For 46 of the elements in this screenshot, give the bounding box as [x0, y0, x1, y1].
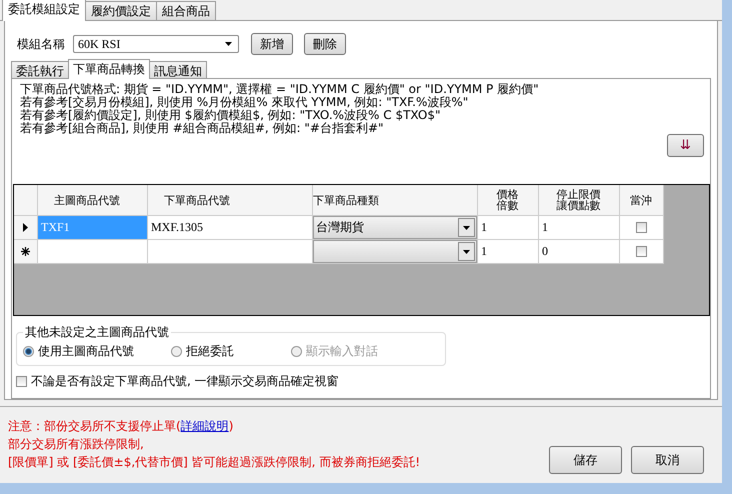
tab[interactable]: 訊息通知	[149, 61, 207, 78]
module-button[interactable]: 刪除	[304, 33, 346, 55]
notice-text: 注意：部份交易所不支援停止單(詳細說明)	[8, 418, 234, 435]
format-hint-text: 若有參考[履約價設定], 則使用 $履約價模組$, 例如: "TXO.%波段% C $TXO$"	[20, 109, 442, 122]
tab[interactable]: 委託執行	[11, 61, 69, 78]
column-header: 下單商品種類	[313, 185, 478, 216]
table-cell: TXF1	[38, 216, 148, 240]
day-trade-checkbox[interactable]	[636, 246, 646, 257]
group-legend: 其他未設定之主圖商品代號	[23, 324, 171, 341]
type-dropdown[interactable]	[313, 240, 477, 263]
caret-icon	[463, 226, 470, 230]
table-cell: 1	[539, 216, 620, 240]
format-hint-text: 下單商品代號格式: 期貨 = "ID.YYMM", 選擇權 = "ID.YYMM C 履約價" or "ID.YYMM P 履約價"	[20, 83, 540, 96]
notice-text: 部分交易所有漲跌停限制,	[8, 436, 145, 453]
table-cell: 1	[478, 240, 539, 264]
column-header: 停止限價讓價點數	[539, 185, 620, 216]
tab[interactable]: 下單商品轉換	[68, 59, 150, 79]
column-header: 價格倍數	[478, 185, 539, 216]
tab[interactable]: 履約價設定	[85, 1, 157, 20]
footer-button[interactable]: 取消	[631, 446, 704, 474]
caret-icon	[225, 42, 232, 46]
format-hint-text: 若有參考[交易月份模組], 則使用 %月份模組% 來取代 YYMM, 例如: "TXF.%波段%"	[20, 96, 470, 109]
row-pointer-icon	[23, 223, 28, 232]
module-button[interactable]: 新增	[251, 33, 293, 55]
column-header: 當沖	[620, 185, 664, 216]
module-label: 模組名稱	[17, 36, 65, 52]
notice-text: [限價單] 或 [委託價±$,代替市價] 皆可能超過漲跌停限制, 而被券商拒絕委託!	[8, 454, 420, 471]
module-dropdown[interactable]: 60K RSI	[73, 35, 239, 53]
caret-icon	[463, 250, 470, 254]
table-cell: MXF.1305	[148, 216, 313, 240]
move-down-button[interactable]: ⇊	[667, 134, 704, 157]
radio-option[interactable]: 拒絕委託	[171, 343, 291, 360]
column-header: 主圖商品代號	[38, 185, 148, 216]
column-header: 下單商品代號	[148, 185, 313, 216]
details-link[interactable]: 詳細說明	[180, 419, 229, 433]
new-row-icon	[21, 247, 30, 256]
tab[interactable]: 組合商品	[156, 1, 216, 20]
always-confirm-checkbox[interactable]: 不論是否有設定下單商品代號, 一律顯示交易商品確定視窗	[16, 373, 710, 390]
tab[interactable]: 委託模組設定	[2, 0, 86, 21]
table-cell: 0	[539, 240, 620, 264]
footer-button[interactable]: 儲存	[549, 446, 622, 474]
radio-option[interactable]: 使用主圖商品代號	[23, 343, 171, 360]
day-trade-checkbox[interactable]	[636, 222, 646, 233]
format-hint-text: 若有參考[組合商品], 則使用 #組合商品模組#, 例如: "#台指套利#"	[20, 122, 385, 135]
type-dropdown[interactable]: 台灣期貨	[313, 216, 477, 239]
table-cell: 1	[478, 216, 539, 240]
